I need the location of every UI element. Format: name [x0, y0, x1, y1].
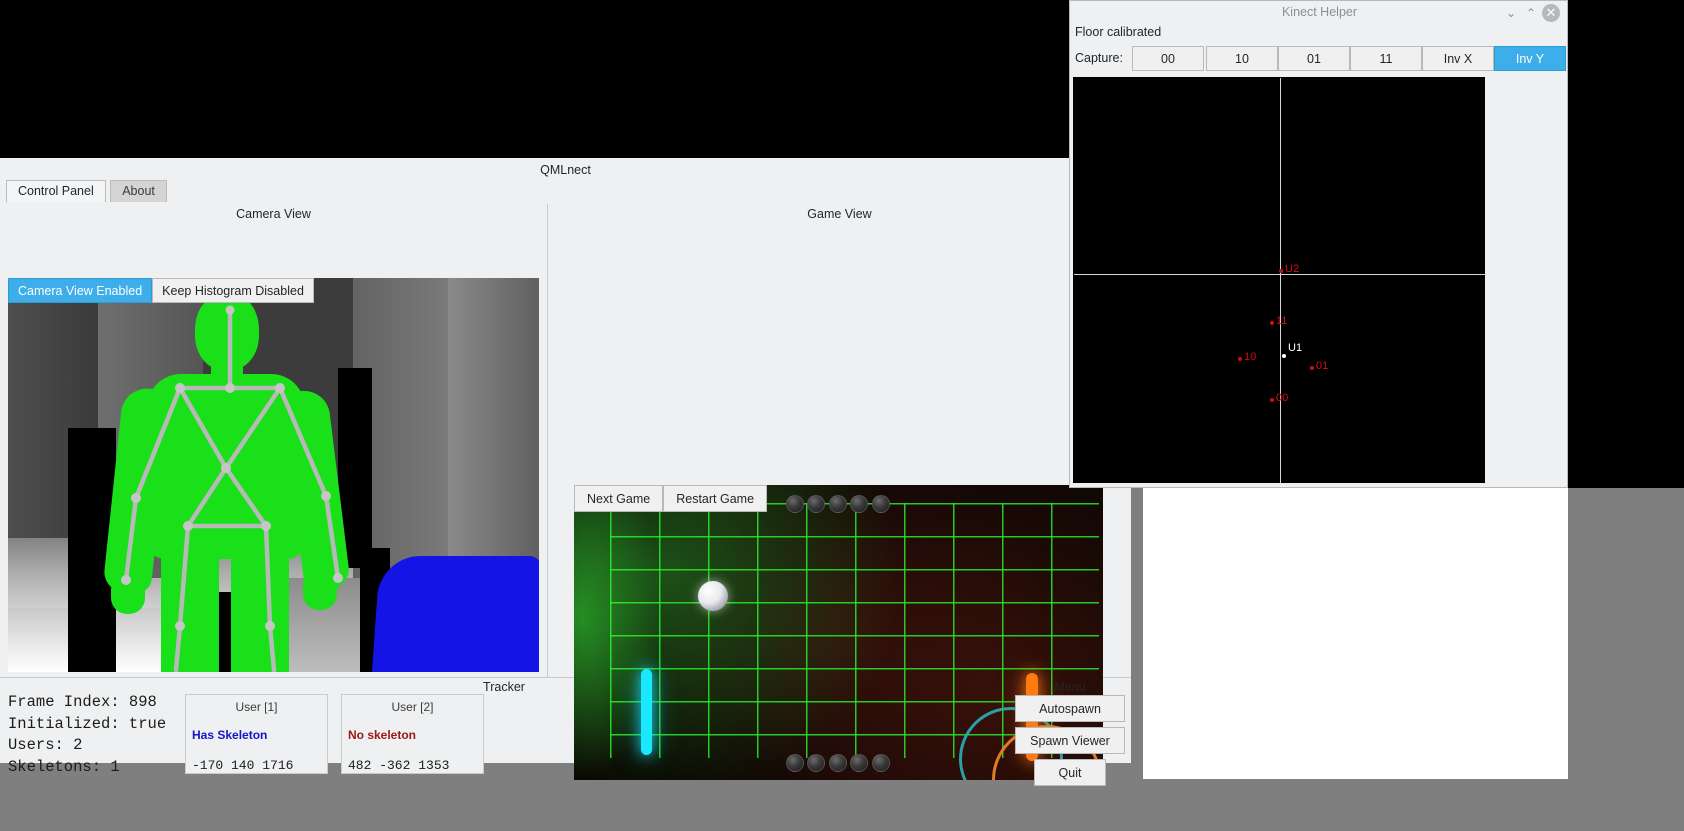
plot-axis-horizontal [1074, 274, 1486, 275]
screen: QMLnect Control Panel About Camera View … [0, 0, 1684, 831]
stat-initialized: Initialized: true [8, 714, 167, 733]
capture-row: Capture: 00 10 01 11 Inv X Inv Y [1070, 46, 1569, 72]
next-game-button[interactable]: Next Game [574, 485, 664, 512]
invert-x-button[interactable]: Inv X [1422, 46, 1494, 71]
plot-marker-01 [1310, 366, 1314, 370]
plot-label-11: 11 [1276, 315, 1288, 327]
user-card-status: Has Skeleton [192, 728, 268, 742]
bumper [807, 495, 825, 513]
calibration-plot[interactable]: U2 11 10 U1 01 00 [1073, 77, 1486, 484]
game-view-caption: Game View [807, 207, 872, 221]
plot-marker-u2 [1279, 269, 1283, 273]
tab-divider [0, 181, 1131, 182]
user-card-coords: -170 140 1716 [192, 758, 294, 773]
stat-users: Users: 2 [8, 736, 83, 754]
invert-y-button[interactable]: Inv Y [1494, 46, 1566, 71]
plot-label-u2: U2 [1285, 263, 1300, 275]
helper-titlebar[interactable]: Kinect Helper ⌄ ⌃ ✕ [1070, 1, 1567, 25]
menu-caption: Menu [1054, 680, 1086, 694]
capture-button-01[interactable]: 01 [1278, 46, 1350, 71]
keep-histogram-toggle[interactable]: Keep Histogram Disabled [152, 278, 314, 303]
capture-button-11[interactable]: 11 [1350, 46, 1422, 71]
camera-view [8, 278, 539, 672]
skeleton-overlay [121, 305, 343, 672]
spawn-viewer-button[interactable]: Spawn Viewer [1015, 727, 1125, 754]
quit-button[interactable]: Quit [1034, 759, 1106, 786]
bumper [850, 495, 868, 513]
tracker-panel: Tracker Frame Index: 898 Initialized: tr… [0, 678, 1008, 776]
camera-view-caption: Camera View [236, 207, 311, 221]
tab-control-panel[interactable]: Control Panel [6, 180, 106, 202]
game-button-group: Next Game Restart Game [574, 485, 768, 512]
chevron-down-icon[interactable]: ⌄ [1502, 4, 1520, 22]
camera-toggle-group: Camera View Enabled Keep Histogram Disabl… [8, 278, 314, 303]
plot-marker-11 [1270, 321, 1274, 325]
bumper [872, 495, 890, 513]
stat-skeletons: Skeletons: 1 [8, 757, 120, 776]
user-card-coords: 482 -362 1353 [348, 758, 450, 773]
user-card-title: User [2] [391, 700, 434, 714]
plot-marker-u1 [1282, 354, 1286, 358]
plot-label-00: 00 [1276, 392, 1289, 404]
plot-marker-10 [1238, 357, 1242, 361]
game-ball [698, 581, 728, 611]
camera-view-enabled-toggle[interactable]: Camera View Enabled [8, 278, 153, 303]
bumper [829, 495, 847, 513]
chevron-up-icon[interactable]: ⌃ [1522, 4, 1540, 22]
plot-axis-vertical [1280, 78, 1281, 484]
user-card-1: User [1] Has Skeleton -170 140 1716 [185, 694, 328, 774]
desktop-backdrop-top [0, 0, 1069, 158]
tracker-stats: Frame Index: 898 Initialized: true Users… [8, 692, 166, 778]
bumper [786, 495, 804, 513]
close-icon[interactable]: ✕ [1542, 4, 1560, 22]
plot-label-u1: U1 [1288, 342, 1303, 354]
depth-image [8, 278, 539, 672]
kinect-helper-window: Kinect Helper ⌄ ⌃ ✕ Floor calibrated Cap… [1069, 0, 1568, 488]
plot-label-10: 10 [1244, 351, 1257, 363]
plot-marker-00 [1270, 398, 1274, 402]
plot-label-01: 01 [1316, 360, 1329, 372]
autospawn-viewers-button[interactable]: Autospawn Viewers [1015, 695, 1125, 742]
main-content: Camera View Game View Camera View Enable… [0, 204, 1131, 786]
user-card-2: User [2] No skeleton 482 -362 1353 [341, 694, 484, 774]
panel-divider-vertical [547, 204, 548, 677]
menu-panel: Menu Autospawn Viewers Spawn Viewer Quit [1009, 678, 1131, 786]
capture-button-00[interactable]: 00 [1132, 46, 1204, 71]
capture-button-10[interactable]: 10 [1206, 46, 1278, 71]
helper-window-title: Kinect Helper [1281, 5, 1358, 19]
page-title: QMLnect [540, 163, 591, 177]
user-card-status: No skeleton [348, 728, 417, 742]
user-card-title: User [1] [235, 700, 278, 714]
capture-label: Capture: [1075, 51, 1123, 65]
tab-bar: Control Panel About [6, 180, 1131, 204]
qmlnect-window: QMLnect Control Panel About Camera View … [0, 158, 1131, 786]
restart-game-button[interactable]: Restart Game [663, 485, 768, 512]
floor-calibration-status: Floor calibrated [1075, 25, 1162, 39]
desktop-backdrop-white [1143, 488, 1568, 779]
stat-frame-index: Frame Index: 898 [8, 693, 157, 711]
tab-about[interactable]: About [110, 180, 167, 202]
